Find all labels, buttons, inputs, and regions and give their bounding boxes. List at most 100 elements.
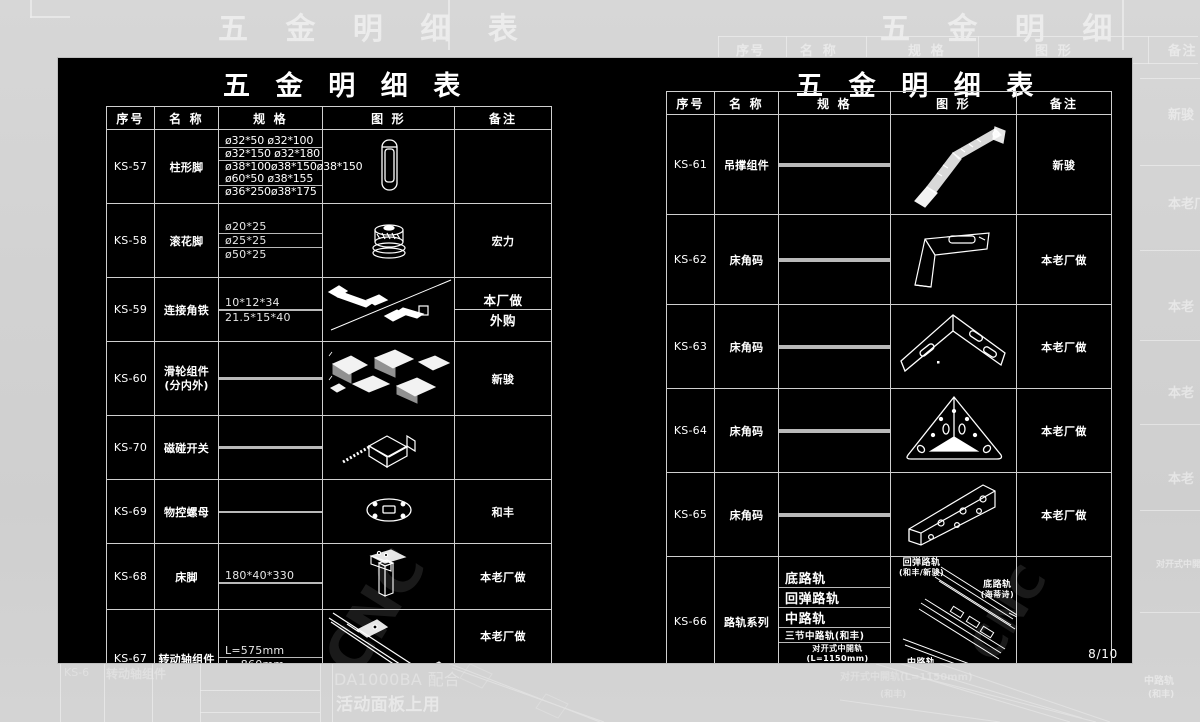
background-rail-note-1b: 对开式中開轨(L=1150mm): [840, 672, 973, 683]
spec-line: ø50*25: [225, 248, 267, 261]
row-name-line2: (分内外): [164, 378, 209, 392]
row-name: 滑轮组件 (分内外): [154, 341, 219, 416]
row-name: 床角码: [714, 304, 779, 389]
page-number: 8/10: [1088, 647, 1118, 661]
spec-line: 180*40*330: [219, 569, 322, 583]
spec-line: L=575mm: [219, 644, 322, 658]
background-rail-sublabel: (和丰): [1148, 690, 1175, 700]
spec-line: [219, 583, 322, 584]
background-bottom-vline-6: [332, 664, 333, 722]
row-spec: [778, 304, 891, 389]
left-hardware-table[interactable]: 序号 名 称 规 格 图 形 备注 KS-57 柱形脚 ø32*50 ø32*1…: [106, 106, 553, 663]
spec-line: ø25*25: [219, 234, 322, 248]
row-spec: 10*12*34 21.5*15*40: [218, 277, 323, 342]
row-remark: 本厂做: [455, 290, 552, 310]
row-id: KS-68: [106, 543, 155, 610]
right-header-name: 名 称: [714, 91, 779, 115]
row-spec: [778, 388, 891, 473]
background-title-left: 五 金 明 细 表: [218, 12, 532, 47]
background-bottom-hline-1: [200, 690, 320, 691]
row-figure: [321, 479, 456, 544]
background-right-rule-2: [1140, 165, 1200, 166]
row-id: KS-57: [106, 129, 155, 204]
background-right-rule-1: [1140, 78, 1200, 79]
row-figure: [890, 114, 1017, 215]
background-remark-3: 本老: [1168, 386, 1195, 401]
background-right-rule-5: [1140, 424, 1200, 425]
spec-line-group: 对开式中開轨(L=1150mm) (和丰): [779, 643, 890, 664]
row-name: 床角码: [714, 472, 779, 557]
spec-line: [779, 347, 890, 349]
table-row[interactable]: KS-61 吊撑组件 新骏: [666, 114, 1112, 215]
table-row[interactable]: KS-57 柱形脚 ø32*50 ø32*100 ø32*150 ø32*180…: [106, 129, 553, 204]
cylindrical-leg-icon: [380, 139, 398, 191]
spec-line: [779, 165, 890, 167]
right-header-spec: 规 格: [778, 91, 891, 115]
background-bottom-note-1: DA1000BA 配合: [334, 670, 461, 689]
spec-line: 三节中路轨(和丰): [779, 628, 890, 643]
row-name-line1: 滑轮组件: [164, 364, 209, 378]
table-row[interactable]: KS-60 滑轮组件 (分内外) 新骏: [106, 341, 553, 416]
pulley-assembly-icon: [328, 349, 451, 404]
table-row[interactable]: KS-70 磁碰开关: [106, 415, 553, 480]
row-remark-secondary: 外购: [490, 313, 517, 328]
row-spec: [778, 114, 891, 215]
left-header-seq: 序号: [106, 106, 155, 130]
row-id: KS-66: [666, 556, 715, 663]
cad-viewport[interactable]: CNC CNC 五 金 明 细 表 序号 名 称 规 格 图 形 备注 KS-5…: [57, 57, 1133, 664]
row-spec: 180*40*330: [218, 543, 323, 610]
spec-line: [219, 379, 322, 380]
bed-corner-bracket-L-icon: [908, 484, 996, 546]
background-rail-label: 中路轨: [1144, 676, 1174, 687]
table-row[interactable]: KS-69 物控螺母 和丰: [106, 479, 553, 544]
row-name: 连接角铁: [154, 277, 219, 342]
table-row[interactable]: KS-63 床角码 本老厂做: [666, 304, 1112, 389]
background-remark-2: 本老: [1168, 300, 1195, 315]
table-row[interactable]: KS-59 连接角铁 10*12*34 21.5*15*40 本厂做 外购: [106, 277, 553, 342]
row-id: KS-58: [106, 203, 155, 278]
row-spec: [778, 214, 891, 305]
spec-line: ø32*150 ø32*180: [219, 147, 322, 161]
table-row[interactable]: KS-64 床角码 本老厂做: [666, 388, 1112, 473]
row-spec: [218, 415, 323, 480]
background-bottom-vline-4: [200, 664, 201, 722]
background-right-rule-7: [1140, 612, 1200, 613]
row-figure: [321, 415, 456, 480]
table-row[interactable]: KS-68 床脚 180*40*330 本老厂做: [106, 543, 553, 610]
table-row[interactable]: KS-65 床角码 本老厂做: [666, 472, 1112, 557]
background-frame-line-top: [30, 0, 32, 18]
row-remark: 宏力: [454, 203, 553, 278]
row-remark: 本老厂做: [454, 609, 553, 663]
table-row[interactable]: KS-67 转动轴组件 L=575mm L=860mm 本老厂做: [106, 609, 553, 663]
background-bottom-hline-2: [200, 712, 320, 713]
row-figure: [890, 472, 1017, 557]
bed-corner-bracket-vee-icon: [900, 314, 1006, 373]
background-bottom-row-id: KS-6: [64, 666, 90, 679]
row-name: 床脚: [154, 543, 219, 610]
table-row[interactable]: KS-58 滚花脚 ø20*25 ø25*25 ø50*25 宏力: [106, 203, 553, 278]
row-name: 物控螺母: [154, 479, 219, 544]
left-table-header-row: 序号 名 称 规 格 图 形 备注: [106, 106, 553, 130]
row-id: KS-59: [106, 277, 155, 342]
row-name: 床角码: [714, 388, 779, 473]
row-spec: [778, 472, 891, 557]
right-header-figure: 图 形: [890, 91, 1017, 115]
table-row[interactable]: KS-62 床角码 本老厂做: [666, 214, 1112, 305]
row-id: KS-69: [106, 479, 155, 544]
row-figure: [321, 543, 456, 610]
table-row[interactable]: KS-66 路轨系列 底路轨 回弹路轨 中路轨 三节中路轨(和丰) 对开式中開轨…: [666, 556, 1112, 664]
row-remark: 新骏: [454, 341, 553, 416]
background-rail-note: 对开式中開轨(L=1150mm): [1156, 560, 1200, 570]
right-hardware-table[interactable]: 序号 名 称 规 格 图 形 备注 KS-61 吊撑组件 新骏 KS-62 床角…: [666, 91, 1112, 664]
spec-line: (和丰): [785, 663, 824, 664]
right-header-seq: 序号: [666, 91, 715, 115]
bed-corner-bracket-flat-icon: [914, 232, 990, 288]
background-bottom-vline-3: [152, 664, 153, 722]
row-name: 柱形脚: [154, 129, 219, 204]
spec-line: 中路轨: [779, 608, 890, 628]
row-spec: [218, 479, 323, 544]
row-id: KS-60: [106, 341, 155, 416]
row-id: KS-64: [666, 388, 715, 473]
rotating-shaft-assembly-icon: [328, 612, 442, 663]
row-figure: [321, 277, 456, 342]
